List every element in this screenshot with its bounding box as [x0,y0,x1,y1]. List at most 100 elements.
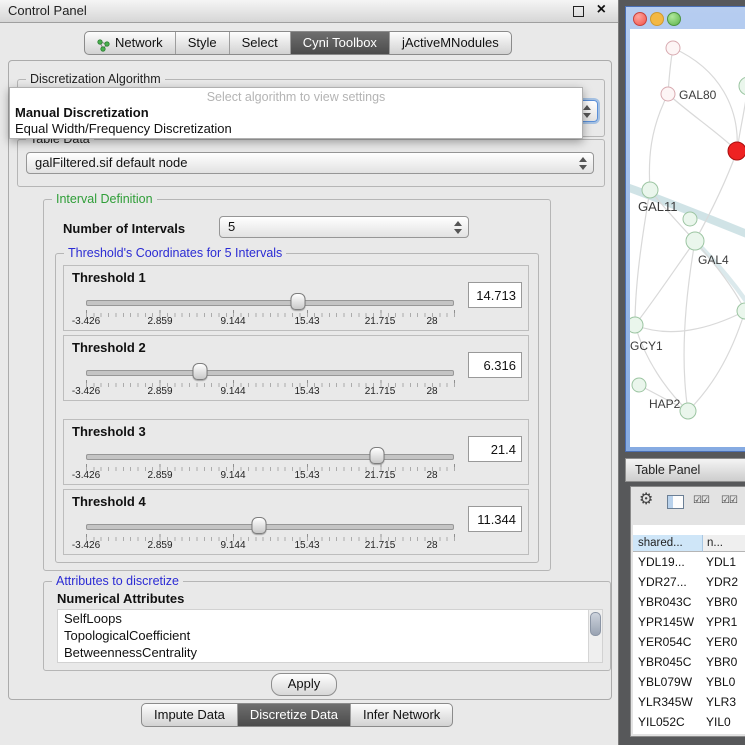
mac-close-icon[interactable] [633,12,647,26]
cell-name[interactable]: YLR3 [703,692,745,712]
cell-shared-name[interactable]: YBR043C [633,592,703,612]
tab-cyni-toolbox[interactable]: Cyni Toolbox [290,32,389,54]
tab-discretize-data[interactable]: Discretize Data [237,704,350,726]
slider-thumb[interactable] [193,363,208,380]
network-edge[interactable] [684,241,695,411]
cell-shared-name[interactable]: YIL052C [633,712,703,732]
network-edge[interactable] [649,94,668,190]
table-row[interactable]: YBR045CYBR0 [633,652,745,672]
network-node-gcy1[interactable] [630,317,643,333]
cell-shared-name[interactable]: YBR045C [633,652,703,672]
network-edge[interactable] [635,311,745,332]
threshold-slider[interactable] [86,362,454,380]
tab-impute-data[interactable]: Impute Data [142,704,237,726]
cell-shared-name[interactable]: YER054C [633,632,703,652]
slider-thumb[interactable] [369,447,384,464]
table-row[interactable]: YBL079WYBL0 [633,672,745,692]
cell-name[interactable]: YBR0 [703,652,745,672]
slider-track[interactable] [86,524,454,530]
table-row[interactable]: YDR27...YDR2 [633,572,745,592]
list-item[interactable]: TopologicalCoefficient [58,627,602,644]
table-row[interactable]: YLR345WYLR3 [633,692,745,712]
cell-name[interactable]: YBL0 [703,672,745,692]
table-row[interactable]: YPR145WYPR1 [633,612,745,632]
table-data-select[interactable]: galFiltered.sif default node [26,152,594,174]
table-row[interactable]: YBR043CYBR0 [633,592,745,612]
network-node-gal11[interactable] [642,182,658,198]
slider-track[interactable] [86,454,454,460]
cell-name[interactable]: YBR0 [703,592,745,612]
cell-shared-name[interactable]: YLR345W [633,692,703,712]
cell-shared-name[interactable]: YDR27... [633,572,703,592]
cell-shared-name[interactable]: YPR145W [633,612,703,632]
network-node-gal4[interactable] [686,232,704,250]
mac-zoom-icon[interactable] [667,12,681,26]
table-row[interactable]: YER054CYER0 [633,632,745,652]
threshold-slider[interactable] [86,446,454,464]
table-panel-header[interactable]: Table Panel [625,458,745,482]
slider-thumb[interactable] [291,293,306,310]
number-of-intervals-select[interactable]: 5 [219,216,469,238]
slider-track[interactable] [86,300,454,306]
network-canvas[interactable]: GAL80 GAL11 GAL4 GCY1 HAP2 [630,29,745,447]
column-header-name[interactable]: n... [703,535,745,552]
cell-shared-name[interactable]: YBL079W [633,672,703,692]
tab-label: Infer Network [363,704,440,726]
threshold-value-field[interactable]: 6.316 [468,352,522,378]
threshold-value-field[interactable]: 11.344 [468,506,522,532]
cell-name[interactable]: YPR1 [703,612,745,632]
settings-gear-icon[interactable]: ⚙ [639,492,653,508]
scale-label: 2.859 [138,540,182,551]
cell-name[interactable]: YIL0 [703,712,745,732]
threshold-label: Threshold 1 [72,270,146,285]
slider-thumb[interactable] [251,517,266,534]
cell-shared-name[interactable]: YDL19... [633,552,703,572]
network-node-gal80[interactable] [661,87,675,101]
select-columns-icon[interactable]: ☑☑ [721,495,737,506]
scale-label: -3.426 [64,386,108,397]
list-item[interactable]: SelfLoops [58,610,602,627]
dropdown-option-manual-discretization[interactable]: Manual Discretization [10,104,582,120]
threshold-slider[interactable] [86,292,454,310]
network-node[interactable] [683,212,697,226]
slider-track[interactable] [86,370,454,376]
dropdown-option-equal-width[interactable]: Equal Width/Frequency Discretization [10,120,582,136]
network-node-red-selected[interactable] [728,142,745,160]
cell-name[interactable]: YER0 [703,632,745,652]
list-item[interactable]: BetweennessCentrality [58,644,602,661]
dropdown-hint: Select algorithm to view settings [10,88,582,104]
table-row[interactable]: YIL052CYIL0 [633,712,745,732]
close-icon[interactable]: × [597,1,606,19]
scrollbar-thumb[interactable] [590,612,601,636]
tab-network[interactable]: Network [85,32,175,54]
select-rows-icon[interactable]: ☑☑ [693,495,709,506]
tab-select[interactable]: Select [229,32,290,54]
scale-label: -3.426 [64,540,108,551]
network-node[interactable] [739,77,745,95]
column-selector-icon[interactable] [667,495,684,509]
mac-minimize-icon[interactable] [650,12,664,26]
scale-label: -3.426 [64,316,108,327]
network-edge[interactable] [688,311,745,411]
cell-name[interactable]: YDR2 [703,572,745,592]
threshold-slider[interactable] [86,516,454,534]
table-row[interactable]: YDL19...YDL1 [633,552,745,572]
list-scrollbar[interactable] [588,610,602,662]
network-node[interactable] [666,41,680,55]
tab-style[interactable]: Style [175,32,229,54]
threshold-value-field[interactable]: 14.713 [468,282,522,308]
network-edge[interactable] [668,94,737,151]
tab-infer-network[interactable]: Infer Network [350,704,452,726]
network-node-hap2[interactable] [680,403,696,419]
network-edge[interactable] [737,86,745,151]
network-node[interactable] [737,303,745,319]
column-header-shared-name[interactable]: shared... [633,535,703,552]
tab-jactivemnodules[interactable]: jActiveMNodules [389,32,511,54]
float-window-icon[interactable] [573,6,584,17]
network-node[interactable] [632,378,646,392]
tab-label: Select [242,32,278,54]
threshold-value-field[interactable]: 21.4 [468,436,522,462]
cell-name[interactable]: YDL1 [703,552,745,572]
group-title: Attributes to discretize [52,574,183,588]
apply-button[interactable]: Apply [271,673,337,696]
